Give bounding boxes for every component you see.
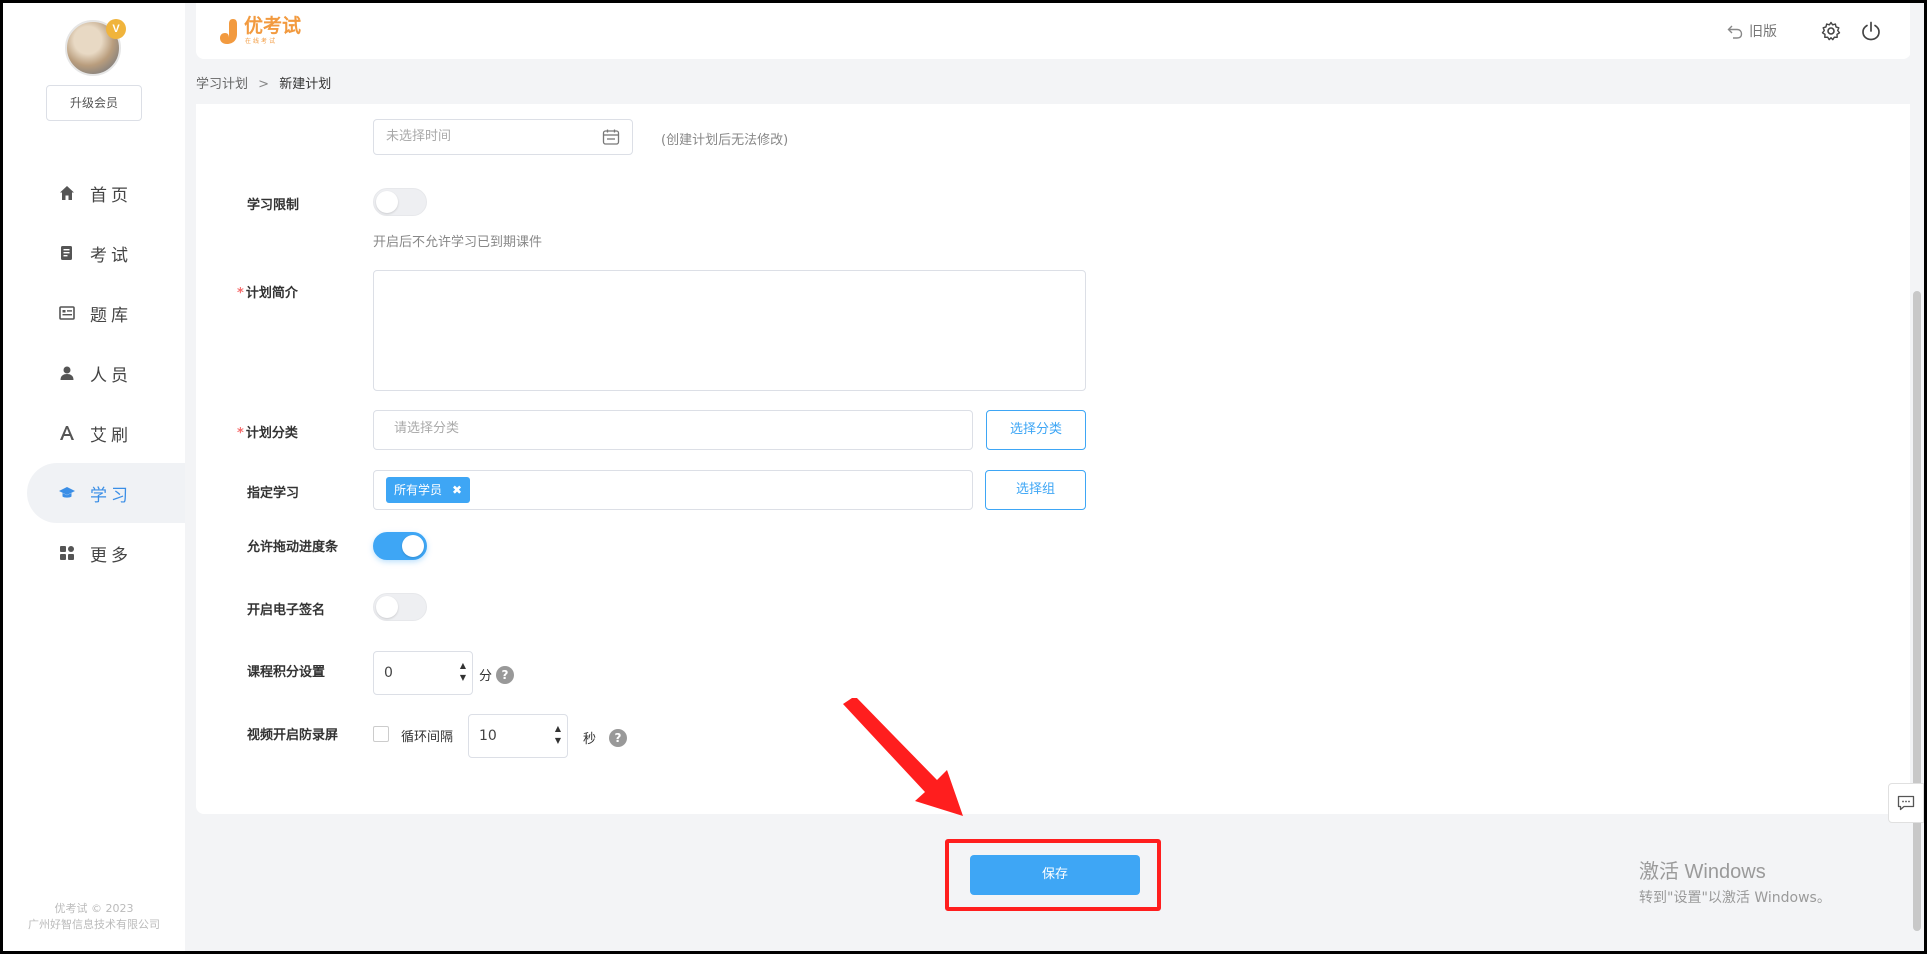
graduation-cap-icon — [58, 484, 76, 502]
chat-icon — [1897, 795, 1915, 811]
category-input[interactable]: 请选择分类 — [373, 410, 973, 450]
e-signature-label: 开启电子签名 — [247, 603, 326, 618]
course-points-label: 课程积分设置 — [247, 665, 326, 680]
grid-icon — [58, 544, 76, 562]
select-group-button[interactable]: 选择组 — [985, 470, 1086, 510]
sidebar-item-more[interactable]: 更多 — [3, 523, 185, 583]
breadcrumb-parent[interactable]: 学习计划 — [196, 77, 248, 92]
date-hint: (创建计划后无法修改) — [661, 133, 789, 148]
logo-text: 优考试 — [244, 15, 302, 37]
required-mark: * — [237, 286, 244, 301]
assign-study-input[interactable]: 所有学员 ✖ — [373, 470, 973, 510]
top-header: 优考试 在线考试 旧版 — [196, 3, 1911, 59]
e-signature-toggle[interactable] — [373, 593, 427, 621]
question-bank-icon — [58, 304, 76, 322]
breadcrumb: 学习计划 > 新建计划 — [196, 73, 331, 92]
assign-tag: 所有学员 ✖ — [386, 477, 471, 503]
user-icon — [58, 364, 76, 382]
logo-subtitle: 在线考试 — [245, 38, 278, 45]
required-mark: * — [237, 426, 244, 441]
home-icon — [58, 184, 76, 202]
assign-study-label: 指定学习 — [247, 486, 300, 501]
sidebar: V 升级会员 首页 考试 题库 人员 艾刷 学习 更多 优考试 © 2023 广… — [3, 3, 185, 951]
breadcrumb-current: 新建计划 — [279, 77, 332, 92]
scrollbar-thumb[interactable] — [1913, 291, 1921, 931]
exam-icon — [58, 244, 76, 262]
sidebar-nav: 首页 考试 题库 人员 艾刷 学习 更多 — [3, 163, 185, 583]
upgrade-member-button[interactable]: 升级会员 — [46, 85, 142, 121]
help-icon[interactable]: ? — [496, 666, 514, 684]
logo[interactable]: 优考试 在线考试 — [219, 16, 301, 45]
assign-tag-label: 所有学员 — [394, 483, 443, 497]
course-points-stepper[interactable]: 0 ▲ ▼ — [373, 651, 473, 695]
copyright-text: 优考试 © 2023 — [54, 902, 134, 915]
breadcrumb-separator: > — [258, 77, 270, 92]
plan-intro-textarea[interactable] — [373, 270, 1086, 391]
sidebar-item-exam[interactable]: 考试 — [3, 223, 185, 283]
company-name: 广州好智信息技术有限公司 — [28, 918, 160, 931]
chat-float-button[interactable] — [1888, 783, 1924, 823]
loop-interval-value: 10 — [479, 728, 497, 744]
date-picker-input[interactable]: 未选择时间 — [373, 119, 633, 155]
close-icon[interactable]: ✖ — [452, 477, 462, 503]
sidebar-footer: 优考试 © 2023 广州好智信息技术有限公司 — [3, 901, 185, 933]
sidebar-item-label: 学习 — [90, 485, 132, 506]
study-limit-hint: 开启后不允许学习已到期课件 — [373, 235, 543, 250]
vip-badge-icon: V — [106, 19, 126, 39]
stepper-arrows-icon[interactable]: ▲ ▼ — [555, 723, 561, 747]
sidebar-item-question-bank[interactable]: 题库 — [3, 283, 185, 343]
sidebar-item-users[interactable]: 人员 — [3, 343, 185, 403]
sidebar-item-label: 首页 — [90, 185, 132, 206]
old-version-link[interactable]: 旧版 — [1727, 21, 1777, 41]
study-limit-toggle[interactable] — [373, 188, 427, 216]
select-category-button[interactable]: 选择分类 — [986, 410, 1086, 450]
undo-icon — [1727, 25, 1743, 39]
power-icon[interactable] — [1861, 21, 1881, 41]
anti-record-label: 视频开启防录屏 — [247, 728, 339, 743]
sidebar-item-label: 艾刷 — [90, 425, 132, 446]
drag-progress-toggle[interactable] — [373, 532, 427, 560]
font-a-icon — [58, 424, 76, 442]
points-unit: 分 — [479, 669, 493, 684]
sidebar-item-label: 更多 — [90, 545, 132, 566]
help-icon[interactable]: ? — [609, 729, 627, 747]
watermark-subtitle: 转到"设置"以激活 Windows。 — [1639, 890, 1831, 906]
date-placeholder: 未选择时间 — [386, 129, 452, 144]
sidebar-item-home[interactable]: 首页 — [3, 163, 185, 223]
watermark-title: 激活 Windows — [1639, 861, 1766, 883]
windows-activation-watermark: 激活 Windows 转到"设置"以激活 Windows。 — [1639, 855, 1831, 907]
save-button[interactable]: 保存 — [970, 855, 1140, 895]
seconds-unit: 秒 — [583, 732, 597, 747]
sidebar-item-study[interactable]: 学习 — [27, 463, 185, 523]
old-version-label: 旧版 — [1749, 24, 1777, 40]
sidebar-item-label: 考试 — [90, 245, 132, 266]
study-limit-label: 学习限制 — [247, 198, 300, 213]
loop-interval-checkbox[interactable] — [373, 726, 389, 742]
drag-progress-label: 允许拖动进度条 — [247, 540, 339, 555]
app-window: V 升级会员 首页 考试 题库 人员 艾刷 学习 更多 优考试 © 2023 广… — [3, 3, 1924, 951]
logo-mark-icon — [219, 17, 241, 45]
header-actions: 旧版 — [1727, 21, 1881, 41]
stepper-arrows-icon[interactable]: ▲ ▼ — [460, 660, 466, 684]
plan-category-label: * 计划分类 — [237, 426, 298, 441]
plan-form-panel: 未选择时间 (创建计划后无法修改) 学习限制 开启后不允许学习已到期课件 * 计划… — [196, 104, 1911, 814]
plan-intro-label: * 计划简介 — [237, 286, 298, 301]
loop-interval-stepper[interactable]: 10 ▲ ▼ — [468, 714, 568, 758]
loop-interval-label: 循环间隔 — [401, 730, 454, 745]
annotation-arrow-icon — [843, 698, 963, 816]
gear-icon[interactable] — [1821, 21, 1841, 41]
sidebar-item-label: 题库 — [90, 305, 132, 326]
calendar-icon — [602, 129, 620, 145]
course-points-value: 0 — [384, 665, 393, 681]
sidebar-item-label: 人员 — [90, 365, 132, 386]
sidebar-item-aishua[interactable]: 艾刷 — [3, 403, 185, 463]
